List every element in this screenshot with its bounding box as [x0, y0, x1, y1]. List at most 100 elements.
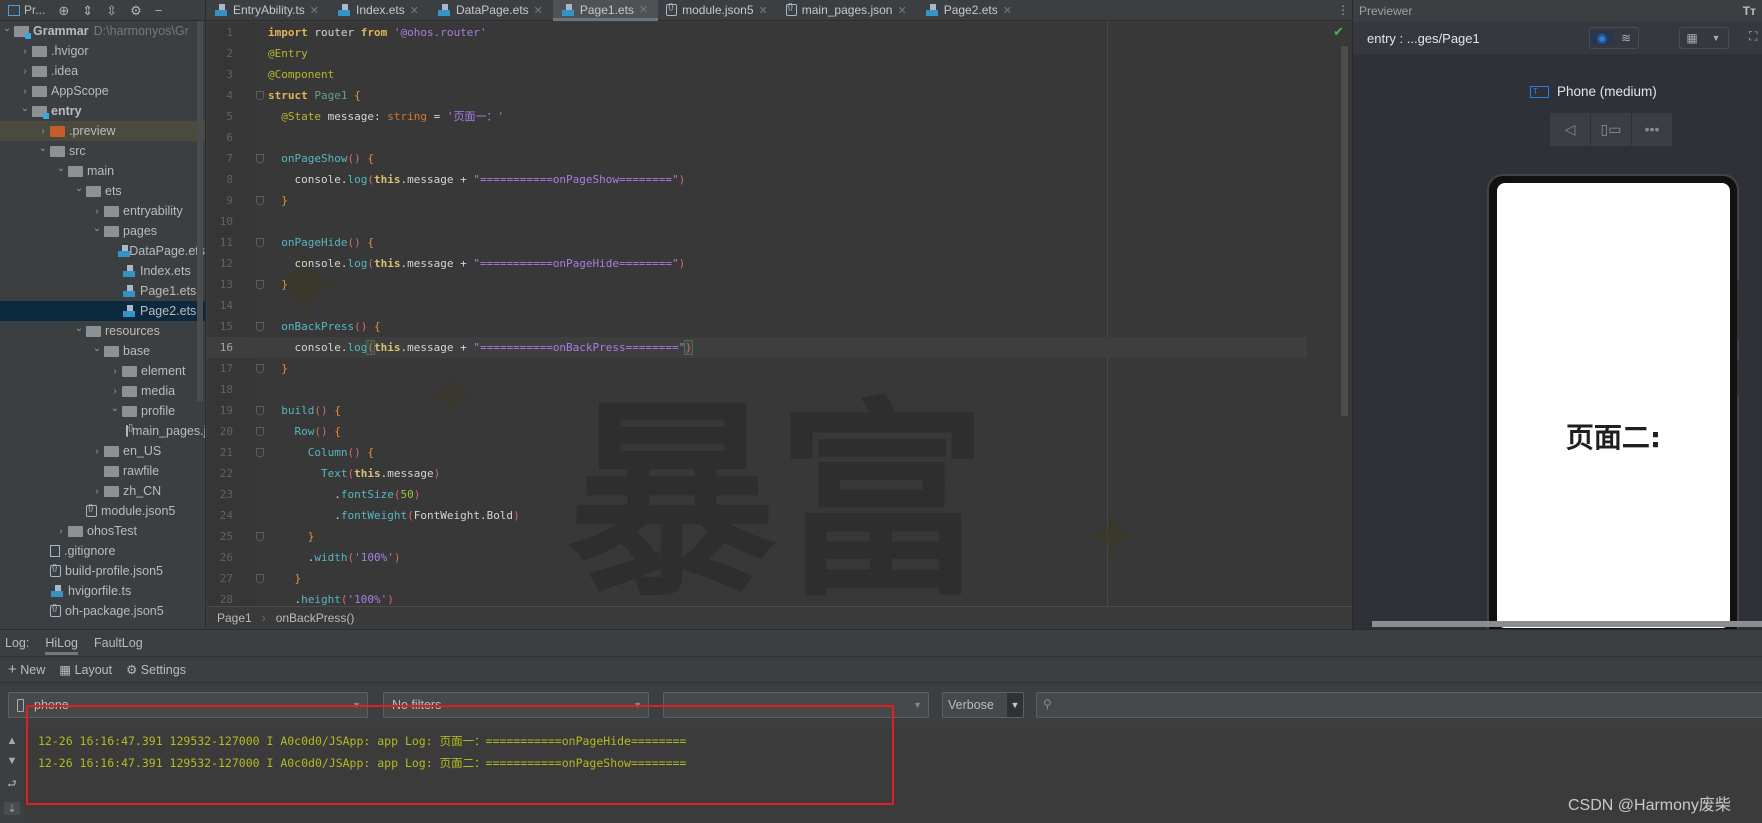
no-problems-check-icon[interactable]: ✔	[1333, 24, 1344, 40]
tree-item[interactable]: › ohosTest	[0, 521, 205, 541]
tab-datapage-ets[interactable]: DataPage.ets ✕	[429, 0, 553, 21]
tab-module-json5[interactable]: module.json5 ✕	[658, 0, 778, 21]
tree-item[interactable]: › media	[0, 381, 205, 401]
tree-item[interactable]: hvigorfile.ts	[0, 581, 205, 601]
fold-marker-icon[interactable]	[256, 238, 264, 247]
project-view-button[interactable]: Pr...	[8, 3, 45, 17]
tree-item[interactable]: main_pages.json	[0, 421, 205, 441]
chevron-icon[interactable]: ›	[54, 526, 68, 537]
chevron-icon[interactable]: ›	[90, 486, 104, 497]
tab-faultlog[interactable]: FaultLog	[94, 636, 143, 650]
tree-item[interactable]: DataPage.ets	[0, 241, 205, 261]
tree-item[interactable]: Index.ets	[0, 261, 205, 281]
tree-item[interactable]: › .preview	[0, 121, 205, 141]
close-icon[interactable]: ✕	[310, 4, 319, 17]
chevron-icon[interactable]: ›	[18, 66, 32, 77]
fold-marker-icon[interactable]	[256, 322, 264, 331]
tree-item[interactable]: build-profile.json5	[0, 561, 205, 581]
tree-item[interactable]: rawfile	[0, 461, 205, 481]
log-search-input[interactable]	[1036, 692, 1762, 718]
tree-item[interactable]: ⌄ src	[0, 141, 205, 161]
breadcrumb-item[interactable]: onBackPress()	[276, 611, 355, 625]
chevron-icon[interactable]: ⌄	[108, 403, 122, 414]
project-tree-scrollbar[interactable]	[197, 21, 203, 401]
minimize-icon[interactable]: −	[155, 4, 163, 17]
fold-marker-icon[interactable]	[256, 574, 264, 583]
chevron-icon[interactable]: ⌄	[0, 23, 14, 34]
tree-item[interactable]: .gitignore	[0, 541, 205, 561]
soft-wrap-icon[interactable]: ⮐	[7, 775, 17, 794]
tree-item[interactable]: Page2.ets	[0, 301, 205, 321]
chevron-icon[interactable]: ›	[18, 86, 32, 97]
font-size-icon[interactable]: Tт	[1743, 4, 1756, 18]
tree-item[interactable]: ⌄ ets	[0, 181, 205, 201]
fullscreen-icon[interactable]: ⛶	[1749, 29, 1757, 44]
tree-item[interactable]: oh-package.json5	[0, 601, 205, 621]
tree-item[interactable]: ⌄ base	[0, 341, 205, 361]
tree-item[interactable]: ⌄ Grammar D:\harmonyos\Gr	[0, 21, 205, 41]
editor-scrollbar[interactable]	[1341, 46, 1348, 416]
tab-page1-ets[interactable]: Page1.ets ✕	[552, 0, 659, 21]
collapse-all-icon[interactable]: ⇳	[106, 4, 117, 17]
back-icon[interactable]: ◁	[1550, 113, 1591, 146]
more-icon[interactable]: •••	[1632, 113, 1672, 146]
close-icon[interactable]: ✕	[639, 3, 648, 16]
scroll-to-end-icon[interactable]: ⇣	[4, 802, 20, 815]
tree-item[interactable]: › element	[0, 361, 205, 381]
fold-marker-icon[interactable]	[256, 91, 264, 100]
fold-marker-icon[interactable]	[256, 532, 264, 541]
phone-screen[interactable]	[1497, 183, 1730, 628]
tree-item[interactable]: › .idea	[0, 61, 205, 81]
chevron-icon[interactable]: ›	[90, 446, 104, 457]
close-icon[interactable]: ✕	[759, 4, 768, 17]
chevron-icon[interactable]: ›	[90, 206, 104, 217]
chevron-icon[interactable]: ⌄	[72, 323, 86, 334]
layers-icon[interactable]: ≋	[1614, 31, 1638, 45]
close-icon[interactable]: ✕	[1003, 4, 1012, 17]
locate-icon[interactable]: ⊕	[58, 4, 69, 17]
tree-item[interactable]: › entryability	[0, 201, 205, 221]
layout-button[interactable]: ▦ Layout	[59, 662, 112, 677]
scroll-down-icon[interactable]: ▼	[7, 755, 18, 767]
chevron-icon[interactable]: ⌄	[90, 343, 104, 354]
scroll-up-icon[interactable]: ▲	[7, 735, 18, 747]
tree-item[interactable]: › zh_CN	[0, 481, 205, 501]
chevron-icon[interactable]: ›	[108, 366, 122, 377]
rotate-icon[interactable]: ▯▭	[1591, 113, 1632, 146]
tree-item[interactable]: › AppScope	[0, 81, 205, 101]
new-button[interactable]: + New	[8, 661, 45, 678]
chevron-icon[interactable]: ⌄	[54, 163, 68, 174]
previewer-scrollbar[interactable]	[1372, 621, 1762, 627]
tree-item[interactable]: module.json5	[0, 501, 205, 521]
tab-index-ets[interactable]: Index.ets ✕	[329, 0, 429, 21]
tree-item[interactable]: ⌄ entry	[0, 101, 205, 121]
tree-item[interactable]: ⌄ resources	[0, 321, 205, 341]
level-select[interactable]: Verbose ▼	[942, 692, 1024, 718]
tab-hilog[interactable]: HiLog	[45, 632, 79, 655]
fold-marker-icon[interactable]	[256, 364, 264, 373]
chevron-icon[interactable]: ›	[108, 386, 122, 397]
more-tabs-icon[interactable]: ⋮	[1334, 3, 1352, 17]
code-editor[interactable]: 暴富 ✦ ✦ ✦ 1 import router from '@ohos.rout…	[207, 22, 1352, 606]
tab-page2-ets[interactable]: Page2.ets ✕	[917, 0, 1022, 21]
chevron-icon[interactable]: ⌄	[72, 183, 86, 194]
close-icon[interactable]: ✕	[534, 4, 543, 17]
close-icon[interactable]: ✕	[897, 4, 906, 17]
breadcrumb-item[interactable]: Page1	[217, 611, 252, 625]
gear-icon[interactable]: ⚙	[130, 4, 142, 17]
fold-marker-icon[interactable]	[256, 196, 264, 205]
fold-marker-icon[interactable]	[256, 406, 264, 415]
chevron-icon[interactable]: ⌄	[36, 143, 50, 154]
tree-item[interactable]: › .hvigor	[0, 41, 205, 61]
fold-marker-icon[interactable]	[256, 448, 264, 457]
fold-marker-icon[interactable]	[256, 280, 264, 289]
fold-marker-icon[interactable]	[256, 427, 264, 436]
tree-item[interactable]: ⌄ profile	[0, 401, 205, 421]
chevron-icon[interactable]: ›	[18, 46, 32, 57]
tree-item[interactable]: Page1.ets	[0, 281, 205, 301]
eye-icon[interactable]: ◉	[1590, 31, 1614, 45]
fold-marker-icon[interactable]	[256, 154, 264, 163]
tree-item[interactable]: ⌄ pages	[0, 221, 205, 241]
close-icon[interactable]: ✕	[410, 4, 419, 17]
tree-item[interactable]: › en_US	[0, 441, 205, 461]
